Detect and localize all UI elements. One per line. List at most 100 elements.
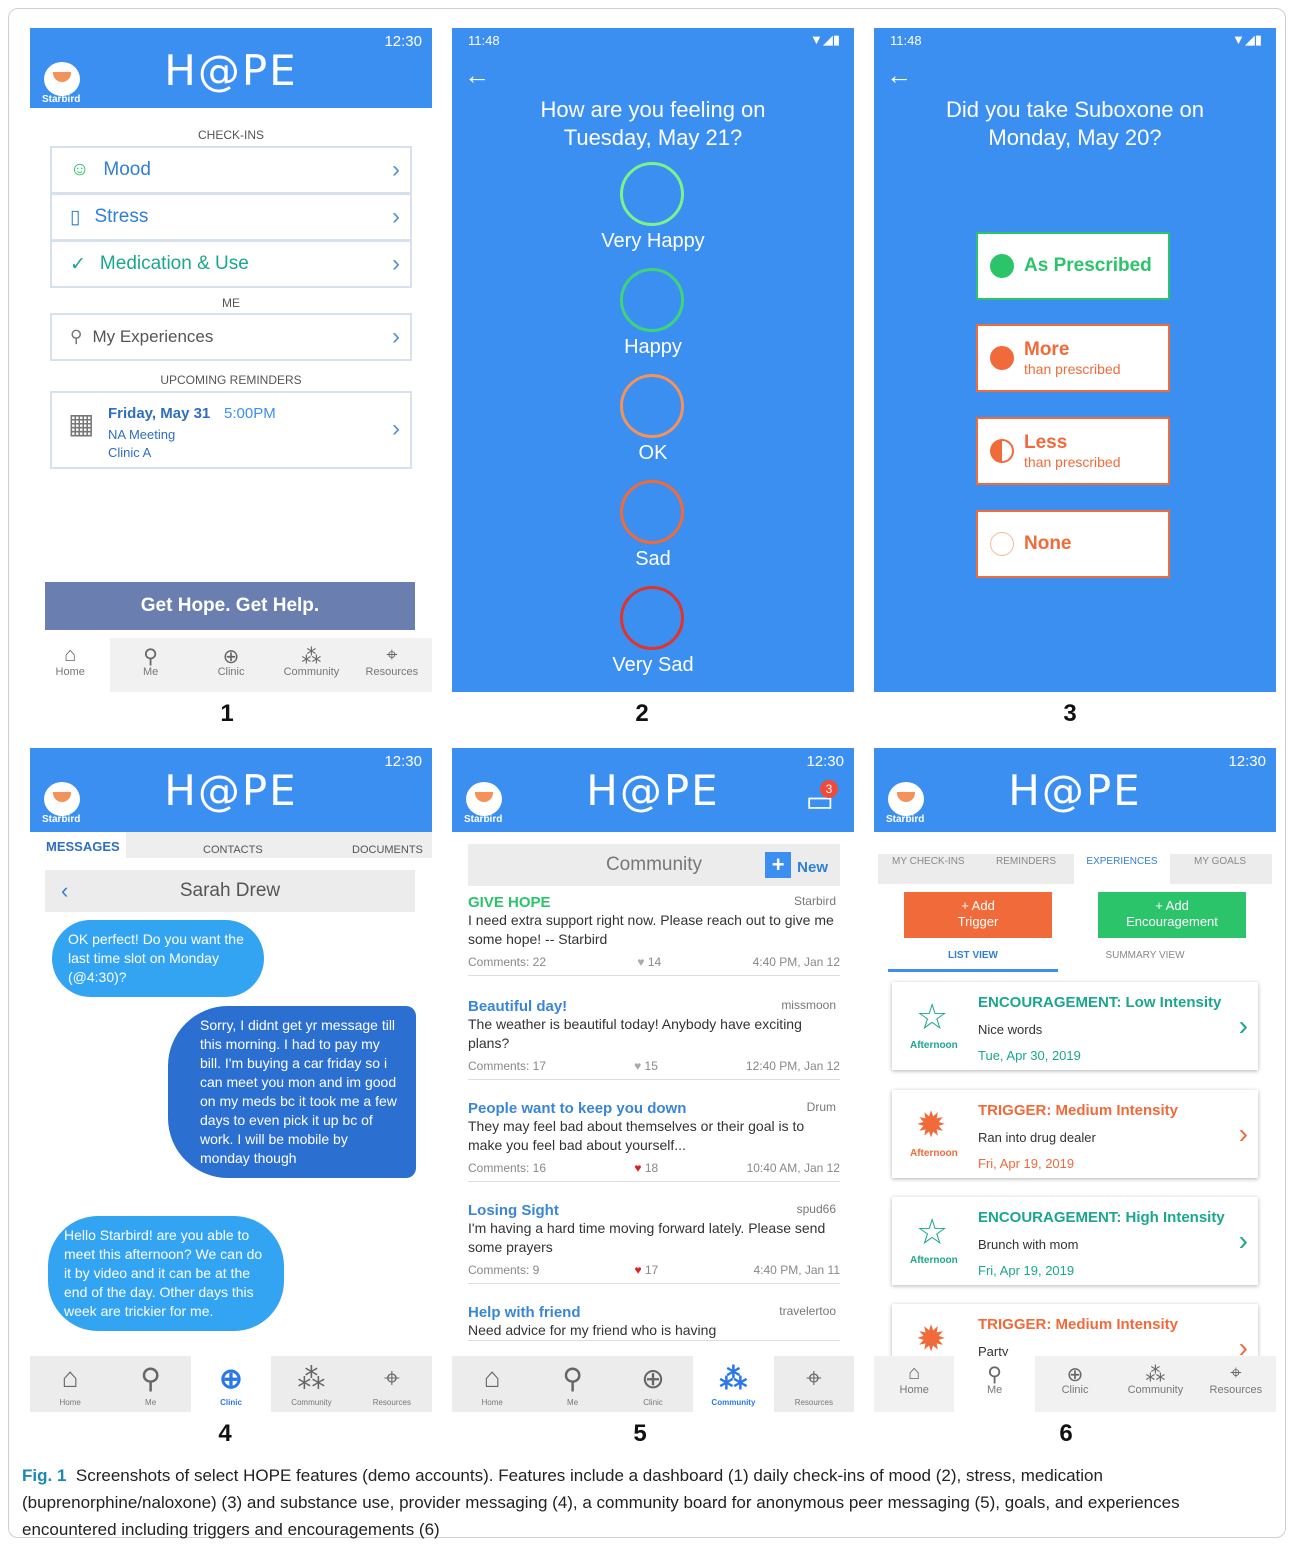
experience-card[interactable]: ☆ Afternoon ENCOURAGEMENT: High Intensity B… xyxy=(892,1197,1258,1285)
tab-contacts[interactable]: CONTACTS xyxy=(203,844,263,856)
community-icon: ⁂ xyxy=(301,646,322,668)
nav-community[interactable]: ⁂ Community xyxy=(693,1356,774,1412)
experience-card[interactable]: ☆ Afternoon ENCOURAGEMENT: Low Intensity Ni… xyxy=(892,982,1258,1070)
experiences-item[interactable]: ⚲ My Experiences › xyxy=(50,313,412,361)
back-arrow-icon[interactable]: ← xyxy=(464,60,490,91)
nav-community[interactable]: ⁂ Community xyxy=(271,638,351,692)
medication-item[interactable]: ✓ Medication & Use › xyxy=(50,240,412,288)
message-sent: Sorry, I didnt get yr message till this … xyxy=(168,1006,416,1178)
status-time: 11:48 xyxy=(468,33,500,48)
less-option[interactable]: Less than prescribed xyxy=(976,417,1170,485)
user-icon: ⚲ xyxy=(140,1363,161,1394)
list-view-tab[interactable]: LIST VIEW xyxy=(888,950,1058,972)
nav-label: Clinic xyxy=(217,666,245,678)
post-body: They may feel bad about themselves or th… xyxy=(468,1118,805,1153)
ok-face-icon[interactable] xyxy=(620,374,684,438)
very-happy-label: Very Happy xyxy=(601,230,705,252)
panel-number: 5 xyxy=(633,1420,647,1447)
new-post-button[interactable]: + New xyxy=(765,852,828,878)
none-option[interactable]: None xyxy=(976,510,1170,578)
very-happy-face-icon[interactable] xyxy=(620,162,684,226)
add-encouragement-button[interactable]: + Add Encouragement xyxy=(1098,892,1246,938)
figure-caption: Fig. 1 Screenshots of select HOPE featur… xyxy=(22,1462,1272,1543)
experience-card[interactable]: ✹ Afternoon TRIGGER: Medium Intensity Ran i… xyxy=(892,1090,1258,1178)
post-likes[interactable]: ♥ 14 xyxy=(637,955,661,969)
message-received: OK perfect! Do you want the last time sl… xyxy=(52,920,264,997)
community-post[interactable]: People want to keep you down Drum They may… xyxy=(468,1100,840,1182)
sad-label: Sad xyxy=(635,548,671,570)
nav-home[interactable]: ⌂ Home xyxy=(452,1356,532,1412)
tab-experiences[interactable]: EXPERIENCES xyxy=(1074,852,1170,884)
nav-label: Home xyxy=(55,666,85,678)
experience-title: ENCOURAGEMENT: High Intensity xyxy=(978,1209,1225,1226)
app-header: 12:30 Starbird H@PE ▭ 3 xyxy=(452,748,854,832)
community-post[interactable]: Losing Sight spud66 I'm having a hard time… xyxy=(468,1202,840,1284)
likes-count: 14 xyxy=(647,955,662,969)
home-icon: ⌂ xyxy=(483,1362,501,1393)
burst-icon: ✹ xyxy=(916,1104,947,1145)
get-help-button[interactable]: Get Hope. Get Help. xyxy=(45,582,415,630)
nav-label: Me xyxy=(142,666,159,678)
user-icon: ⚲ xyxy=(562,1363,583,1394)
more-option[interactable]: More than prescribed xyxy=(976,324,1170,392)
add-trigger-button[interactable]: + Add Trigger xyxy=(904,892,1052,938)
tab-documents[interactable]: DOCUMENTS xyxy=(352,844,423,856)
conversation-header: ‹ Sarah Drew xyxy=(45,870,415,912)
nav-home[interactable]: ⌂ Home xyxy=(30,1356,110,1412)
nav-resources[interactable]: ⌖ Resources xyxy=(774,1356,854,1412)
post-body: I'm having a hard time moving forward la… xyxy=(468,1220,826,1255)
community-header: Community + New xyxy=(468,844,840,886)
tab-messages[interactable]: MESSAGES xyxy=(30,832,126,858)
nav-clinic[interactable]: ⊕ Clinic xyxy=(190,1356,272,1412)
notification-badge: 3 xyxy=(820,780,838,798)
tab-reminders[interactable]: REMINDERS xyxy=(996,856,1056,867)
nav-clinic[interactable]: ⊕ Clinic xyxy=(1035,1356,1115,1412)
happy-face-icon[interactable] xyxy=(620,268,684,332)
community-post[interactable]: Beautiful day! missmoon The weather is bea… xyxy=(468,998,840,1080)
sad-face-icon[interactable] xyxy=(620,480,684,544)
summary-view-tab[interactable]: SUMMARY VIEW xyxy=(1060,950,1230,961)
likes-count: 18 xyxy=(644,1161,659,1175)
very-sad-face-icon[interactable] xyxy=(620,586,684,650)
chevron-right-icon: › xyxy=(1238,1118,1248,1149)
map-pin-icon: ⌖ xyxy=(386,644,398,666)
mood-item[interactable]: ☺ Mood › xyxy=(50,146,412,194)
nav-me[interactable]: ⚲ Me xyxy=(110,1356,190,1412)
nav-resources[interactable]: ⌖ Resources xyxy=(352,638,432,692)
nav-home[interactable]: ⌂ Home xyxy=(874,1356,954,1412)
nav-clinic[interactable]: ⊕ Clinic xyxy=(613,1356,693,1412)
panel-number: 4 xyxy=(218,1420,232,1447)
nav-home[interactable]: ⌂ Home xyxy=(30,638,111,692)
chevron-right-icon: › xyxy=(1238,1010,1248,1041)
nav-resources[interactable]: ⌖ Resources xyxy=(352,1356,432,1412)
filled-radio-icon xyxy=(990,254,1014,278)
reminder-title: NA Meeting xyxy=(108,427,176,442)
post-time: 10:40 AM, Jan 12 xyxy=(746,1161,840,1175)
tab-my-checkins[interactable]: MY CHECK-INS xyxy=(892,856,965,867)
nav-me[interactable]: ⚲ Me xyxy=(954,1356,1035,1412)
heart-icon: ♥ xyxy=(634,1059,642,1073)
nav-label: Resources xyxy=(1209,1384,1263,1396)
heart-icon: ♥ xyxy=(637,955,645,969)
community-post[interactable]: Help with friend travelertoo Need advice f… xyxy=(468,1304,840,1341)
nav-me[interactable]: ⚲ Me xyxy=(532,1356,612,1412)
nav-resources[interactable]: ⌖ Resources xyxy=(1196,1356,1276,1412)
post-likes[interactable]: ♥ 17 xyxy=(635,1263,659,1277)
post-likes[interactable]: ♥ 18 xyxy=(634,1161,658,1175)
reminder-card[interactable]: ▦ Friday, May 31 5:00PM NA Meeting Clini… xyxy=(50,391,412,469)
experience-date: Tue, Apr 30, 2019 xyxy=(978,1048,1081,1063)
post-likes[interactable]: ♥ 15 xyxy=(634,1059,658,1073)
as-prescribed-option[interactable]: As Prescribed xyxy=(976,232,1170,300)
nav-clinic[interactable]: ⊕ Clinic xyxy=(191,638,271,692)
back-arrow-icon[interactable]: ← xyxy=(886,60,912,91)
nav-community[interactable]: ⁂ Community xyxy=(1115,1356,1195,1412)
very-sad-label: Very Sad xyxy=(612,654,694,676)
medication-checkin-screen: 11:48 ▼◢▮ ← Did you take Suboxone on Mon… xyxy=(874,28,1276,692)
nav-me[interactable]: ⚲ Me xyxy=(110,638,190,692)
status-time: 11:48 xyxy=(890,33,922,48)
tab-my-goals[interactable]: MY GOALS xyxy=(1194,856,1246,867)
community-post[interactable]: GIVE HOPE Starbird I need extra support ri… xyxy=(468,894,840,976)
clinic-plus-icon: ⊕ xyxy=(219,1363,243,1394)
nav-community[interactable]: ⁂ Community xyxy=(271,1356,351,1412)
stress-item[interactable]: ▯ Stress › xyxy=(50,193,412,241)
